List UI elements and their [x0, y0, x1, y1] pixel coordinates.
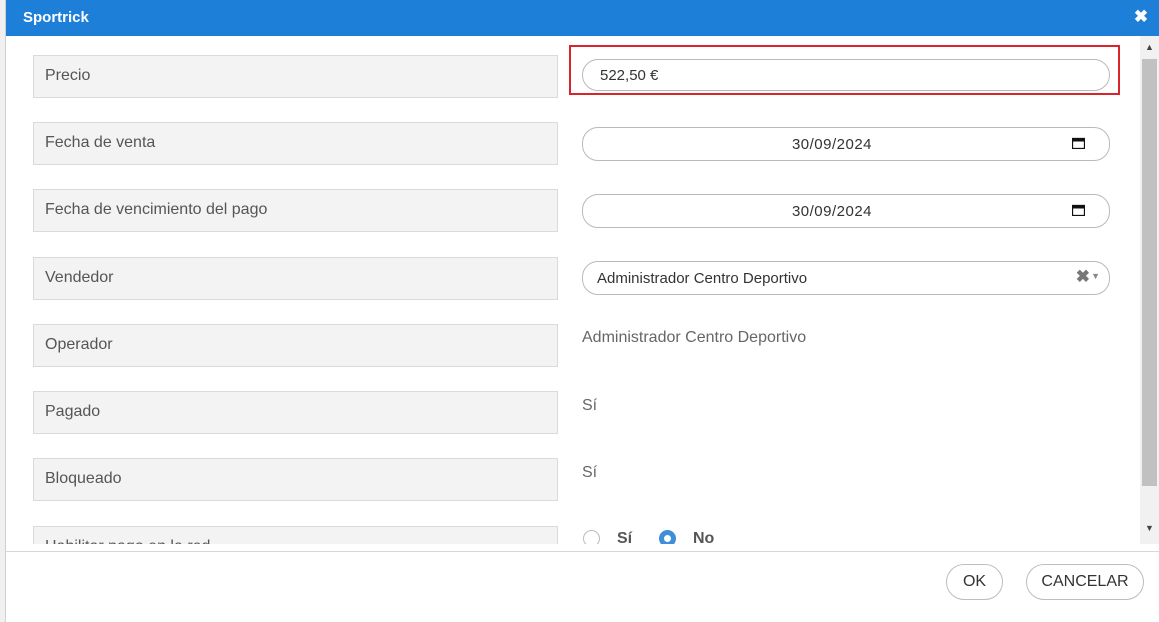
operador-value: Administrador Centro Deportivo: [582, 329, 807, 346]
label-habilitar-pago: Habilitar pago en la red: [33, 526, 558, 544]
label-precio: Precio: [33, 55, 558, 98]
fecha-vencimiento-value: 30/09/2024: [791, 203, 873, 220]
cancel-button[interactable]: CANCELAR: [1026, 564, 1144, 600]
fecha-venta-input[interactable]: 30/09/2024: [582, 127, 1110, 161]
label-bloqueado: Bloqueado: [33, 458, 558, 501]
dialog: Sportrick ✖ Precio 522,50 € Fecha de ven…: [5, 0, 1159, 622]
fecha-venta-value: 30/09/2024: [791, 136, 873, 153]
label-fecha-venta: Fecha de venta: [33, 122, 558, 165]
scrollbar[interactable]: ▲ ▼: [1140, 36, 1159, 544]
label-operador: Operador: [33, 324, 558, 367]
dialog-titlebar: Sportrick ✖: [6, 0, 1159, 36]
radio-si[interactable]: [583, 530, 600, 544]
vendedor-select[interactable]: Administrador Centro Deportivo ✖ ▼: [582, 261, 1110, 295]
label-pagado: Pagado: [33, 391, 558, 434]
vendedor-value: Administrador Centro Deportivo: [597, 270, 808, 287]
highlight-box: [569, 45, 1120, 95]
scrollbar-thumb[interactable]: [1142, 59, 1157, 486]
ok-button[interactable]: OK: [946, 564, 1003, 600]
dialog-title: Sportrick: [23, 9, 89, 26]
radio-si-label: Sí: [617, 530, 633, 544]
scroll-up-icon[interactable]: ▲: [1145, 42, 1154, 52]
pagado-value: Sí: [582, 397, 598, 414]
calendar-icon[interactable]: [1072, 204, 1085, 216]
radio-no-label: No: [693, 530, 715, 544]
scroll-down-icon[interactable]: ▼: [1145, 523, 1154, 533]
calendar-icon[interactable]: [1072, 137, 1085, 149]
radio-no[interactable]: [659, 530, 676, 544]
bloqueado-value: Sí: [582, 464, 598, 481]
form-content: Precio 522,50 € Fecha de venta 30/09/202…: [6, 36, 1139, 544]
close-icon[interactable]: ✖: [1132, 7, 1150, 27]
label-fecha-vencimiento: Fecha de vencimiento del pago: [33, 189, 558, 232]
footer-divider: [6, 551, 1159, 552]
label-vendedor: Vendedor: [33, 257, 558, 300]
clear-icon[interactable]: ✖: [1076, 267, 1090, 287]
fecha-vencimiento-input[interactable]: 30/09/2024: [582, 194, 1110, 228]
chevron-down-icon[interactable]: ▼: [1091, 271, 1100, 281]
